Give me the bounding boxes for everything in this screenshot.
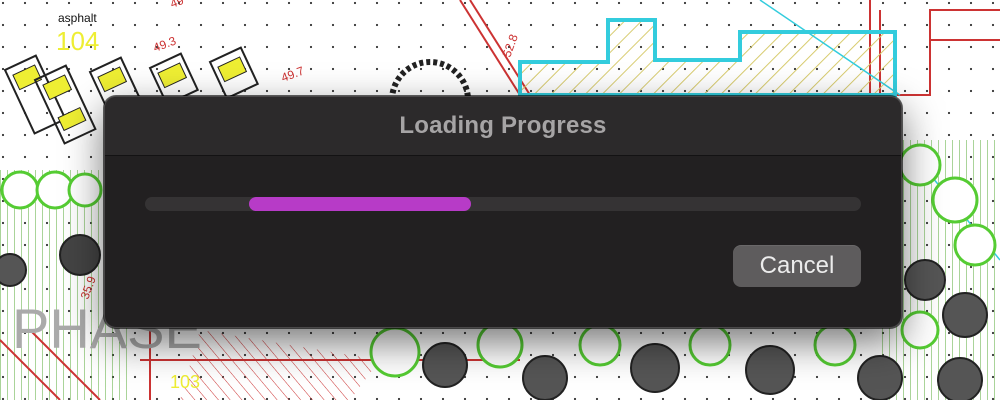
loading-progress-dialog: Loading Progress Cancel [104, 96, 902, 328]
surface-label: asphalt [58, 11, 97, 25]
progress-track [145, 197, 861, 211]
cancel-button[interactable]: Cancel [733, 245, 861, 287]
dialog-title: Loading Progress [399, 112, 607, 139]
progress-fill [248, 197, 471, 211]
surface-code-label: 104 [56, 26, 99, 56]
zone-code-label: 103 [170, 372, 200, 392]
screen: asphalt 104 49.3 49.7 52.8 35.9 49 PHASE… [0, 0, 1000, 400]
dialog-titlebar: Loading Progress [105, 97, 901, 156]
